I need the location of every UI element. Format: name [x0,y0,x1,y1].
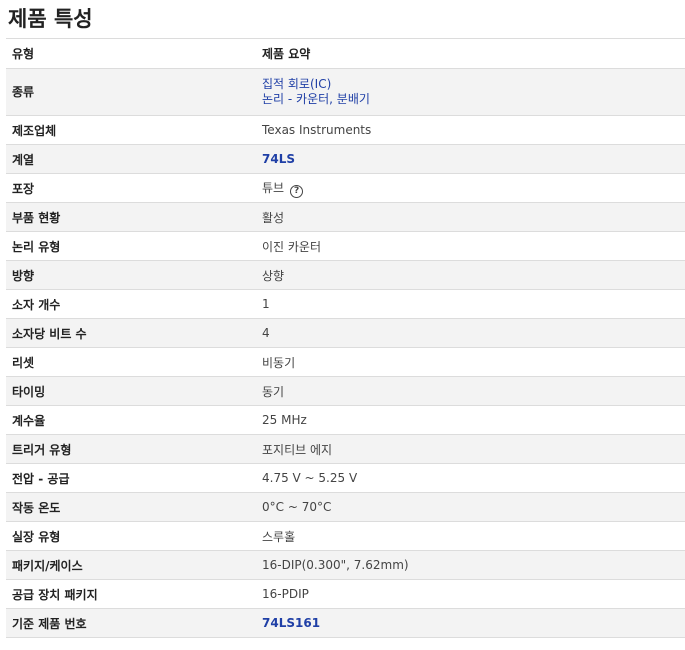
table-row-count-rate: 계수율 25 MHz [6,405,685,435]
table-row-operating-temperature: 작동 온도 0°C ~ 70°C [6,492,685,522]
attribute-value: Texas Instruments [262,123,372,137]
attribute-value: 포지티브 에지 [262,442,333,457]
attribute-value: 16-DIP(0.300", 7.62mm) [262,558,409,572]
attribute-label: 트리거 유형 [12,442,72,457]
table-row-direction: 방향 상향 [6,260,685,290]
attribute-value: 스루홀 [262,529,296,544]
attributes-table: 유형 제품 요약 종류 집적 회로(IC) 논리 - 카운터, 분배기 제조업체… [6,38,685,638]
attribute-value: 16-PDIP [262,587,309,601]
header-key: 유형 [12,47,35,61]
attribute-label: 방향 [12,268,35,283]
attribute-value: 튜브 [262,180,285,195]
table-row-package-case: 패키지/케이스 16-DIP(0.300", 7.62mm) [6,550,685,580]
table-row-manufacturer: 제조업체 Texas Instruments [6,115,685,145]
attribute-value: 이진 카운터 [262,239,322,254]
attribute-value: 25 MHz [262,413,307,427]
table-row-bits-per-element: 소자당 비트 수 4 [6,318,685,348]
attribute-label: 타이밍 [12,384,46,399]
attribute-label: 기준 제품 번호 [12,616,87,631]
table-row-reset: 리셋 비동기 [6,347,685,377]
table-row-supply-voltage: 전압 - 공급 4.75 V ~ 5.25 V [6,463,685,493]
table-row-part-status: 부품 현황 활성 [6,202,685,232]
attribute-label: 소자 개수 [12,297,61,312]
attribute-label: 전압 - 공급 [12,471,70,486]
table-row-mounting-type: 실장 유형 스루홀 [6,521,685,551]
table-row-series: 계열 74LS [6,144,685,174]
attribute-label: 포장 [12,181,35,196]
header-value: 제품 요약 [262,47,311,61]
attribute-label: 패키지/케이스 [12,558,83,573]
table-header-row: 유형 제품 요약 [6,38,685,69]
table-row-timing: 타이밍 동기 [6,376,685,406]
attribute-value: 동기 [262,384,285,399]
attribute-label: 제조업체 [12,123,57,138]
attribute-label: 실장 유형 [12,529,61,544]
attribute-label: 리셋 [12,355,35,370]
attribute-value: 비동기 [262,355,296,370]
attribute-label: 계수율 [12,413,46,428]
attribute-value: 0°C ~ 70°C [262,500,332,514]
attribute-value: 집적 회로(IC) 논리 - 카운터, 분배기 [256,69,685,116]
table-row-element-count: 소자 개수 1 [6,289,685,319]
table-row-trigger-type: 트리거 유형 포지티브 에지 [6,434,685,464]
attribute-label: 종류 [12,84,35,99]
question-circle-icon[interactable]: ? [290,184,304,198]
category-link-ic[interactable]: 집적 회로(IC) [262,77,331,91]
attribute-label: 소자당 비트 수 [12,326,87,341]
table-row-logic-type: 논리 유형 이진 카운터 [6,231,685,261]
attribute-value: 4.75 V ~ 5.25 V [262,471,358,485]
attribute-label: 논리 유형 [12,239,61,254]
product-attributes-section: 제품 특성 유형 제품 요약 종류 집적 회로(IC) 논리 - 카운터, 분배… [0,0,685,638]
category-link-counters[interactable]: 논리 - 카운터, 분배기 [262,92,370,106]
attribute-value: 활성 [262,210,285,225]
attribute-label: 계열 [12,152,35,167]
series-link[interactable]: 74LS [262,152,295,166]
attribute-label: 공급 장치 패키지 [12,587,98,602]
table-row-base-product-number: 기준 제품 번호 74LS161 [6,608,685,638]
table-row-category: 종류 집적 회로(IC) 논리 - 카운터, 분배기 [6,68,685,116]
attribute-label: 부품 현황 [12,210,61,225]
attribute-value: 상향 [262,268,285,283]
attribute-label: 작동 온도 [12,500,61,515]
page-title: 제품 특성 [8,7,93,31]
base-product-number-link[interactable]: 74LS161 [262,616,320,630]
table-row-supplier-device-package: 공급 장치 패키지 16-PDIP [6,579,685,609]
table-row-packaging: 포장 튜브? [6,173,685,203]
attribute-value: 1 [262,297,270,311]
attribute-value: 4 [262,326,270,340]
